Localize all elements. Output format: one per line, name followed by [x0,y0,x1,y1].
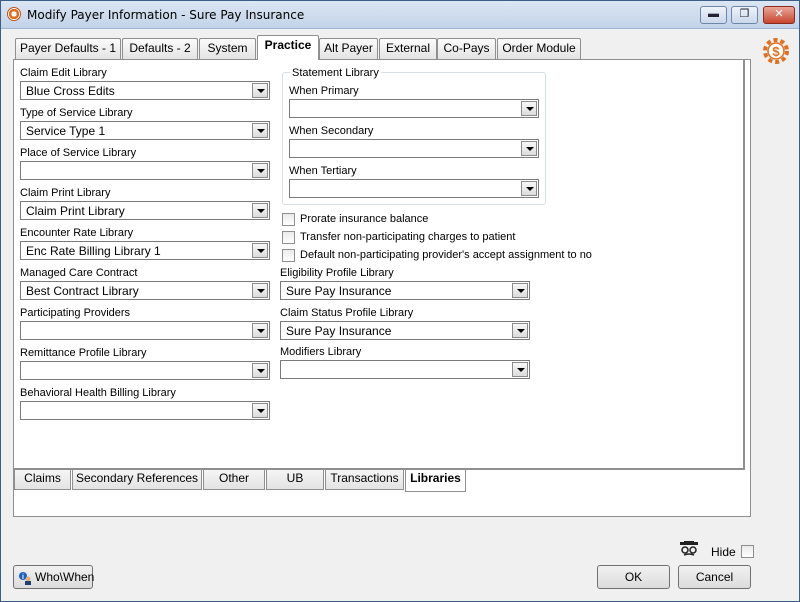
chevron-down-icon[interactable] [252,323,268,338]
eligibility-profile-library-select[interactable]: Sure Pay Insurance [280,281,530,300]
tab-secondary-references[interactable]: Secondary References [72,470,202,490]
behavioral-health-billing-library-select[interactable] [20,401,270,420]
type-of-service-library-label: Type of Service Library [20,107,133,119]
chevron-down-icon[interactable] [512,283,528,298]
cancel-button[interactable]: Cancel [678,565,751,589]
tab-order-module[interactable]: Order Module [497,38,581,59]
tab-ub[interactable]: UB [266,470,324,490]
chevron-down-icon[interactable] [252,403,268,418]
type-of-service-library-select[interactable]: Service Type 1 [20,121,270,140]
tab-other[interactable]: Other [203,470,265,490]
info-person-icon: i [18,570,32,585]
chevron-down-icon[interactable] [252,83,268,98]
modify-payer-window: Modify Payer Information - Sure Pay Insu… [0,0,800,602]
who-when-label: Who\When [35,570,95,584]
tab-payer-defaults-1[interactable]: Payer Defaults - 1 [15,38,121,59]
minimize-button[interactable]: ▬ [700,6,727,24]
eligibility-profile-library-value: Sure Pay Insurance [286,284,392,298]
tab-libraries[interactable]: Libraries [405,470,466,492]
app-gear-icon[interactable] [7,7,21,21]
modifiers-library-select[interactable] [280,360,530,379]
when-secondary-select[interactable] [289,139,539,158]
tab-practice[interactable]: Practice [257,35,319,60]
chevron-down-icon[interactable] [512,323,528,338]
encounter-rate-library-label: Encounter Rate Library [20,227,134,239]
when-primary-select[interactable] [289,99,539,118]
gear-dollar-icon: $ [763,38,789,64]
remittance-profile-library-select[interactable] [20,361,270,380]
transfer-non-participating-label[interactable]: Transfer non-participating charges to pa… [300,231,515,243]
modifiers-library-label: Modifiers Library [280,346,362,358]
remittance-profile-library-label: Remittance Profile Library [20,347,147,359]
claim-status-profile-library-label: Claim Status Profile Library [280,307,414,319]
svg-text:i: i [22,574,24,581]
chevron-down-icon[interactable] [252,123,268,138]
chevron-down-icon[interactable] [521,141,537,156]
place-of-service-library-select[interactable] [20,161,270,180]
ok-button[interactable]: OK [597,565,670,589]
managed-care-contract-label: Managed Care Contract [20,267,138,279]
transfer-non-participating-checkbox[interactable] [282,231,295,244]
hide-checkbox[interactable] [741,545,754,558]
statement-library-caption: Statement Library [290,67,381,79]
spy-icon [680,541,698,556]
tab-alt-payer[interactable]: Alt Payer [319,38,378,59]
who-when-button[interactable]: i Who\When [13,565,95,589]
when-primary-label: When Primary [289,85,359,97]
tab-defaults-2[interactable]: Defaults - 2 [122,38,198,59]
chevron-down-icon[interactable] [521,181,537,196]
claim-status-profile-library-select[interactable]: Sure Pay Insurance [280,321,530,340]
chevron-down-icon[interactable] [512,362,528,377]
encounter-rate-library-value: Enc Rate Billing Library 1 [26,244,161,258]
when-secondary-label: When Secondary [289,125,374,137]
title-bar[interactable]: Modify Payer Information - Sure Pay Insu… [1,1,799,29]
tab-external[interactable]: External [379,38,437,59]
default-accept-assignment-label[interactable]: Default non-participating provider's acc… [300,249,592,261]
managed-care-contract-value: Best Contract Library [26,284,139,298]
chevron-down-icon[interactable] [252,163,268,178]
encounter-rate-library-select[interactable]: Enc Rate Billing Library 1 [20,241,270,260]
type-of-service-library-value: Service Type 1 [26,124,106,138]
claim-print-library-select[interactable]: Claim Print Library [20,201,270,220]
behavioral-health-billing-library-label: Behavioral Health Billing Library [20,387,176,399]
tab-claims[interactable]: Claims [14,470,71,490]
svg-text:$: $ [772,44,780,59]
default-accept-assignment-checkbox[interactable] [282,249,295,262]
managed-care-contract-select[interactable]: Best Contract Library [20,281,270,300]
chevron-down-icon[interactable] [252,203,268,218]
claim-print-library-label: Claim Print Library [20,187,111,199]
close-button[interactable]: ✕ [763,6,795,24]
window-title: Modify Payer Information - Sure Pay Insu… [27,8,305,22]
prorate-insurance-balance-label[interactable]: Prorate insurance balance [300,213,428,225]
claim-edit-library-select[interactable]: Blue Cross Edits [20,81,270,100]
chevron-down-icon[interactable] [521,101,537,116]
hide-label: Hide [711,545,736,559]
chevron-down-icon[interactable] [252,283,268,298]
chevron-down-icon[interactable] [252,363,268,378]
eligibility-profile-library-label: Eligibility Profile Library [280,267,394,279]
maximize-button[interactable]: ❐ [731,6,758,24]
tab-transactions[interactable]: Transactions [325,470,404,490]
participating-providers-label: Participating Providers [20,307,131,319]
claim-print-library-value: Claim Print Library [26,204,125,218]
when-tertiary-select[interactable] [289,179,539,198]
participating-providers-select[interactable] [20,321,270,340]
prorate-insurance-balance-checkbox[interactable] [282,213,295,226]
claim-status-profile-library-value: Sure Pay Insurance [286,324,392,338]
when-tertiary-label: When Tertiary [289,165,357,177]
place-of-service-library-label: Place of Service Library [20,147,137,159]
tab-system[interactable]: System [199,38,256,59]
tab-co-pays[interactable]: Co-Pays [437,38,496,59]
chevron-down-icon[interactable] [252,243,268,258]
claim-edit-library-value: Blue Cross Edits [26,84,115,98]
claim-edit-library-label: Claim Edit Library [20,67,107,79]
